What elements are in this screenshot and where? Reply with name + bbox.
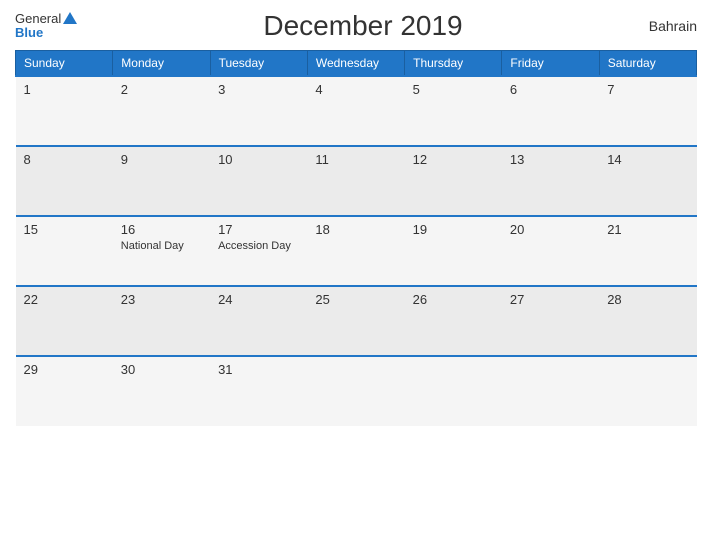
- calendar-day-cell: 20: [502, 216, 599, 286]
- calendar-day-cell: [599, 356, 696, 426]
- day-number: 5: [413, 82, 494, 97]
- day-number: 25: [315, 292, 396, 307]
- day-number: 10: [218, 152, 299, 167]
- day-number: 20: [510, 222, 591, 237]
- calendar-day-cell: 28: [599, 286, 696, 356]
- calendar-day-cell: 22: [16, 286, 113, 356]
- calendar-day-cell: 7: [599, 76, 696, 146]
- day-number: 9: [121, 152, 202, 167]
- day-number: 6: [510, 82, 591, 97]
- calendar-day-cell: 21: [599, 216, 696, 286]
- calendar-table: SundayMondayTuesdayWednesdayThursdayFrid…: [15, 50, 697, 426]
- day-number: 12: [413, 152, 494, 167]
- day-number: 18: [315, 222, 396, 237]
- weekday-cell: Monday: [113, 51, 210, 77]
- calendar-day-cell: [307, 356, 404, 426]
- day-number: 7: [607, 82, 688, 97]
- day-number: 13: [510, 152, 591, 167]
- calendar-day-cell: 9: [113, 146, 210, 216]
- calendar-day-cell: 30: [113, 356, 210, 426]
- calendar-header: SundayMondayTuesdayWednesdayThursdayFrid…: [16, 51, 697, 77]
- calendar-week-row: 22 23 24 25 26 27 28: [16, 286, 697, 356]
- calendar-day-cell: 19: [405, 216, 502, 286]
- calendar-day-cell: 16 National Day: [113, 216, 210, 286]
- day-number: 8: [24, 152, 105, 167]
- day-number: 16: [121, 222, 202, 237]
- calendar-day-cell: 15: [16, 216, 113, 286]
- calendar-body: 12345678910111213141516National Day17Acc…: [16, 76, 697, 426]
- calendar-day-cell: 25: [307, 286, 404, 356]
- calendar-day-cell: 26: [405, 286, 502, 356]
- calendar-day-cell: 4: [307, 76, 404, 146]
- calendar-day-cell: 12: [405, 146, 502, 216]
- calendar-title-area: December 2019: [77, 10, 648, 42]
- calendar-day-cell: 13: [502, 146, 599, 216]
- day-event: Accession Day: [218, 240, 299, 252]
- calendar-day-cell: 29: [16, 356, 113, 426]
- calendar-day-cell: 3: [210, 76, 307, 146]
- weekday-cell: Tuesday: [210, 51, 307, 77]
- weekday-cell: Friday: [502, 51, 599, 77]
- calendar-day-cell: [502, 356, 599, 426]
- calendar-day-cell: 24: [210, 286, 307, 356]
- logo-triangle-icon: [63, 12, 77, 24]
- page-header: General Blue December 2019 Bahrain: [15, 10, 697, 42]
- calendar-day-cell: 18: [307, 216, 404, 286]
- weekday-cell: Saturday: [599, 51, 696, 77]
- calendar-day-cell: 11: [307, 146, 404, 216]
- day-number: 30: [121, 362, 202, 377]
- calendar-day-cell: 17 Accession Day: [210, 216, 307, 286]
- logo: General Blue: [15, 12, 77, 41]
- calendar-week-row: 29 30 31: [16, 356, 697, 426]
- logo-blue-text: Blue: [15, 26, 77, 40]
- weekday-cell: Wednesday: [307, 51, 404, 77]
- weekday-cell: Thursday: [405, 51, 502, 77]
- calendar-day-cell: 10: [210, 146, 307, 216]
- weekday-row: SundayMondayTuesdayWednesdayThursdayFrid…: [16, 51, 697, 77]
- day-number: 23: [121, 292, 202, 307]
- day-number: 26: [413, 292, 494, 307]
- day-number: 21: [607, 222, 688, 237]
- day-number: 11: [315, 152, 396, 167]
- day-number: 24: [218, 292, 299, 307]
- day-number: 31: [218, 362, 299, 377]
- day-number: 17: [218, 222, 299, 237]
- day-number: 2: [121, 82, 202, 97]
- day-number: 27: [510, 292, 591, 307]
- day-event: National Day: [121, 240, 202, 252]
- day-number: 29: [24, 362, 105, 377]
- calendar-day-cell: 23: [113, 286, 210, 356]
- day-number: 28: [607, 292, 688, 307]
- calendar-day-cell: 1: [16, 76, 113, 146]
- calendar-day-cell: [405, 356, 502, 426]
- calendar-day-cell: 31: [210, 356, 307, 426]
- calendar-week-row: 8 9 10 11 12 13 14: [16, 146, 697, 216]
- weekday-cell: Sunday: [16, 51, 113, 77]
- calendar-day-cell: 8: [16, 146, 113, 216]
- calendar-day-cell: 2: [113, 76, 210, 146]
- calendar-day-cell: 6: [502, 76, 599, 146]
- calendar-week-row: 1 2 3 4 5 6 7: [16, 76, 697, 146]
- country-label: Bahrain: [649, 18, 697, 34]
- day-number: 15: [24, 222, 105, 237]
- calendar-day-cell: 27: [502, 286, 599, 356]
- day-number: 14: [607, 152, 688, 167]
- calendar-day-cell: 14: [599, 146, 696, 216]
- calendar-week-row: 15 16 National Day 17 Accession Day 18 19 20 21: [16, 216, 697, 286]
- day-number: 1: [24, 82, 105, 97]
- day-number: 22: [24, 292, 105, 307]
- day-number: 4: [315, 82, 396, 97]
- day-number: 3: [218, 82, 299, 97]
- calendar-day-cell: 5: [405, 76, 502, 146]
- logo-general-text: General: [15, 12, 61, 26]
- day-number: 19: [413, 222, 494, 237]
- calendar-title: December 2019: [77, 10, 648, 42]
